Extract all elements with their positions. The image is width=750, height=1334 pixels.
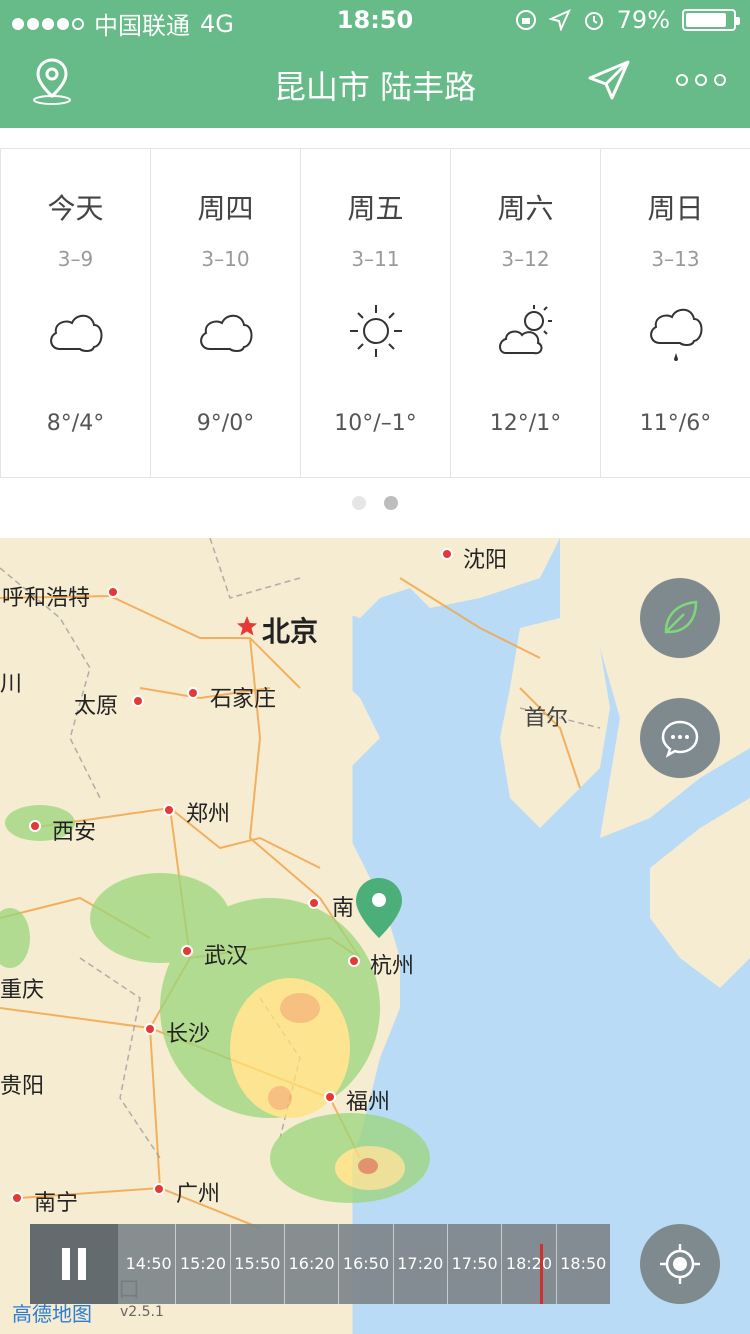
- forecast-day[interactable]: 周日 3–13 11°/6°: [601, 149, 750, 477]
- sunny-icon: [350, 305, 402, 357]
- city-dot[interactable]: [132, 695, 144, 707]
- day-name: 周六: [497, 192, 554, 225]
- time-scale[interactable]: 14:50 15:20 15:50 16:20 16:50 17:20 17:5…: [122, 1224, 610, 1304]
- day-temp: 9°/0°: [196, 411, 255, 436]
- city-dot[interactable]: [163, 804, 175, 816]
- city-label[interactable]: 长沙: [166, 1016, 210, 1048]
- time-tick[interactable]: 18:20: [501, 1224, 555, 1304]
- locate-me-button[interactable]: [640, 1224, 720, 1304]
- city-dot[interactable]: [324, 1091, 336, 1103]
- cloudy-icon: [50, 314, 103, 352]
- cloudy-icon: [200, 314, 253, 352]
- time-tick[interactable]: 14:50: [122, 1224, 175, 1304]
- navbar: 昆山市 陆丰路: [0, 40, 750, 128]
- city-label[interactable]: 沈阳: [463, 542, 507, 574]
- day-temp: 10°/–1°: [334, 411, 417, 436]
- day-name: 周日: [647, 192, 704, 225]
- current-time-marker[interactable]: [540, 1244, 543, 1304]
- city-label[interactable]: 杭州: [370, 948, 414, 980]
- city-dot[interactable]: [29, 820, 41, 832]
- time-tick[interactable]: 17:20: [392, 1224, 447, 1304]
- city-label[interactable]: 福州: [346, 1084, 390, 1116]
- city-label[interactable]: 北京: [262, 610, 318, 650]
- battery-percent: 79%: [616, 6, 670, 34]
- crosshair-icon: [660, 1244, 700, 1284]
- city-label[interactable]: 太原: [74, 688, 118, 720]
- radar-timeline[interactable]: 14:50 15:20 15:50 16:20 16:50 17:20 17:5…: [30, 1224, 610, 1304]
- pause-button[interactable]: [30, 1224, 118, 1304]
- city-label[interactable]: 呼和浩特: [2, 580, 90, 612]
- day-name: 周五: [347, 192, 404, 225]
- time-tick[interactable]: 16:50: [338, 1224, 392, 1304]
- forecast-day[interactable]: 周四 3–10 9°/0°: [151, 149, 301, 477]
- day-temp: 8°/4°: [46, 411, 105, 436]
- page-indicator: [0, 478, 750, 538]
- day-date: 3–9: [57, 247, 94, 271]
- air-quality-button[interactable]: [640, 578, 720, 658]
- city-label[interactable]: 贵阳: [0, 1068, 44, 1100]
- pause-icon: [62, 1248, 70, 1280]
- day-date: 3–10: [201, 247, 250, 271]
- day-date: 3–11: [351, 247, 400, 271]
- page-dot-active[interactable]: [384, 496, 398, 510]
- forecast-day[interactable]: 今天 3–9 8°/4°: [0, 149, 151, 477]
- city-label[interactable]: 石家庄: [210, 681, 276, 713]
- amap-logo: 高德地图: [12, 1302, 92, 1326]
- time-tick[interactable]: 16:20: [283, 1224, 338, 1304]
- city-label[interactable]: 南宁: [34, 1185, 78, 1217]
- capital-star-icon: [237, 616, 257, 636]
- version-label: v2.5.1: [120, 1304, 164, 1320]
- city-dot[interactable]: [181, 945, 193, 957]
- city-dot[interactable]: [187, 687, 199, 699]
- city-label[interactable]: 广州: [176, 1176, 220, 1208]
- city-dot[interactable]: [144, 1023, 156, 1035]
- radar-map[interactable]: 沈阳 呼和浩特 北京 川 太原 石家庄 首尔 西安 郑州 南 武汉 杭州 重庆 …: [0, 538, 750, 1334]
- pause-icon-bar: [78, 1248, 86, 1280]
- city-label[interactable]: 西安: [52, 814, 96, 846]
- city-label[interactable]: 郑州: [186, 796, 230, 828]
- city-label[interactable]: 武汉: [204, 938, 248, 970]
- more-button[interactable]: [676, 74, 726, 86]
- city-dot[interactable]: [153, 1183, 165, 1195]
- city-dot[interactable]: [441, 548, 453, 560]
- city-dot[interactable]: [308, 897, 320, 909]
- day-name: 周四: [197, 192, 254, 225]
- forecast-day[interactable]: 周五 3–11 10°/–1°: [301, 149, 451, 477]
- day-name: 今天: [47, 192, 104, 225]
- day-temp: 11°/6°: [639, 411, 712, 436]
- status-bar: 中国联通 4G 18:50 79%: [0, 0, 750, 40]
- city-label[interactable]: 南: [332, 890, 354, 922]
- chat-icon: [661, 720, 699, 758]
- forecast-day[interactable]: 周六 3–12 12°/1°: [451, 149, 601, 477]
- leaf-icon: [664, 600, 698, 634]
- city-dot[interactable]: [107, 586, 119, 598]
- city-dot[interactable]: [11, 1192, 23, 1204]
- light-rain-icon: [650, 308, 703, 361]
- city-dot[interactable]: [348, 955, 360, 967]
- alarm-icon: [584, 12, 603, 30]
- page-dot[interactable]: [352, 496, 366, 510]
- current-location-pin-icon[interactable]: [354, 876, 404, 940]
- forecast-row: 今天 3–9 8°/4° 周四 3–10 9°/0° 周五 3–11 10°/–…: [0, 148, 750, 478]
- city-label[interactable]: 首尔: [524, 700, 568, 732]
- day-date: 3–13: [651, 247, 700, 271]
- rotation-lock-icon: [515, 10, 536, 30]
- comments-button[interactable]: [640, 698, 720, 778]
- day-temp: 12°/1°: [489, 411, 562, 436]
- city-label[interactable]: 重庆: [0, 972, 44, 1004]
- battery-icon: [682, 9, 740, 31]
- time-tick[interactable]: 15:20: [175, 1224, 229, 1304]
- day-date: 3–12: [501, 247, 550, 271]
- time-tick[interactable]: 18:50: [555, 1224, 610, 1304]
- share-icon[interactable]: [586, 58, 632, 102]
- page-title: 昆山市 陆丰路: [273, 68, 477, 106]
- time-tick[interactable]: 17:50: [446, 1224, 501, 1304]
- location-arrow-icon: [548, 9, 571, 31]
- city-label[interactable]: 川: [0, 666, 22, 698]
- time-tick[interactable]: 15:50: [229, 1224, 284, 1304]
- partly-cloudy-icon: [499, 305, 552, 355]
